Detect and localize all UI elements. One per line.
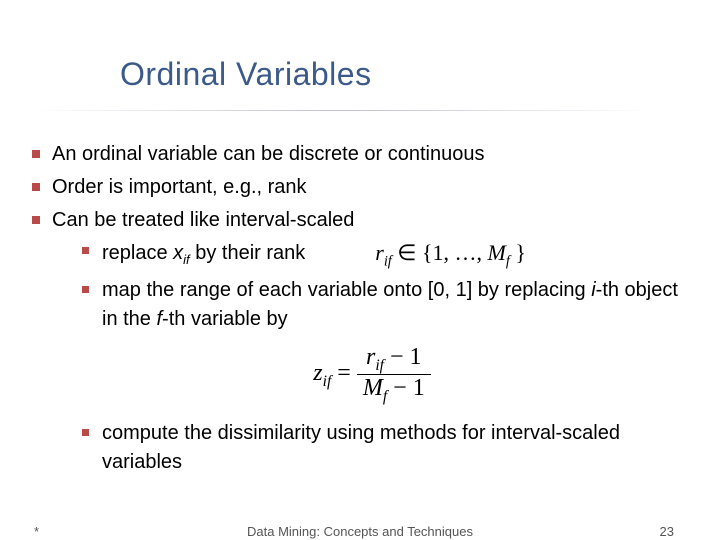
fraction-denominator: Mf − 1 xyxy=(357,375,431,405)
text-fragment: map the range of each variable onto [0, … xyxy=(102,279,591,301)
sub-bullet-row: replace xif by their rank rif ∈ {1, …, M… xyxy=(102,237,680,272)
slide: Ordinal Variables An ordinal variable ca… xyxy=(0,0,720,540)
math-var: M xyxy=(488,240,506,265)
math-var: r xyxy=(366,344,375,370)
math-var: r xyxy=(375,240,384,265)
bullet-text: An ordinal variable can be discrete or c… xyxy=(52,143,484,165)
math-subscript: if xyxy=(384,253,392,269)
fraction-numerator: rif − 1 xyxy=(357,344,431,375)
page-number: 23 xyxy=(660,524,674,539)
sub-bullet-text: map the range of each variable onto [0, … xyxy=(102,279,678,330)
footer-center: Data Mining: Concepts and Techniques xyxy=(0,524,720,539)
bullet-text: Order is important, e.g., rank xyxy=(52,176,307,198)
text-fragment: by their rank xyxy=(190,242,306,264)
slide-body: An ordinal variable can be discrete or c… xyxy=(28,140,680,481)
math-fraction: rif − 1 Mf − 1 xyxy=(357,344,431,405)
slide-title: Ordinal Variables xyxy=(120,56,372,93)
math-equation: zif = rif − 1 Mf − 1 xyxy=(252,344,492,405)
text-fragment: -th variable by xyxy=(162,308,288,330)
title-underline xyxy=(34,110,650,111)
math-text: ∈ {1, …, xyxy=(392,240,488,265)
sub-bullet-text: replace xif by their rank xyxy=(102,239,305,270)
math-subscript: if xyxy=(323,373,332,390)
math-subscript: if xyxy=(375,357,384,374)
math-text: − 1 xyxy=(384,344,422,370)
sub-bullet-item: map the range of each variable onto [0, … xyxy=(80,276,680,405)
bullet-item: An ordinal variable can be discrete or c… xyxy=(28,140,680,169)
sub-bullet-item: compute the dissimilarity using methods … xyxy=(80,419,680,477)
bullet-list-level2: replace xif by their rank rif ∈ {1, …, M… xyxy=(80,237,680,477)
bullet-item: Can be treated like interval-scaled repl… xyxy=(28,206,680,477)
sub-bullet-text: compute the dissimilarity using methods … xyxy=(102,422,620,473)
bullet-text: Can be treated like interval-scaled xyxy=(52,209,354,231)
bullet-item: Order is important, e.g., rank xyxy=(28,173,680,202)
text-fragment: replace xyxy=(102,242,173,264)
bullet-list-level1: An ordinal variable can be discrete or c… xyxy=(28,140,680,477)
math-set: rif ∈ {1, …, Mf } xyxy=(375,237,526,272)
math-var: z xyxy=(313,360,322,386)
math-var: M xyxy=(363,375,383,401)
math-text: = xyxy=(331,360,357,386)
math-var: x xyxy=(173,242,183,264)
sub-bullet-item: replace xif by their rank rif ∈ {1, …, M… xyxy=(80,237,680,272)
math-text: − 1 xyxy=(387,375,425,401)
math-text: } xyxy=(510,240,526,265)
